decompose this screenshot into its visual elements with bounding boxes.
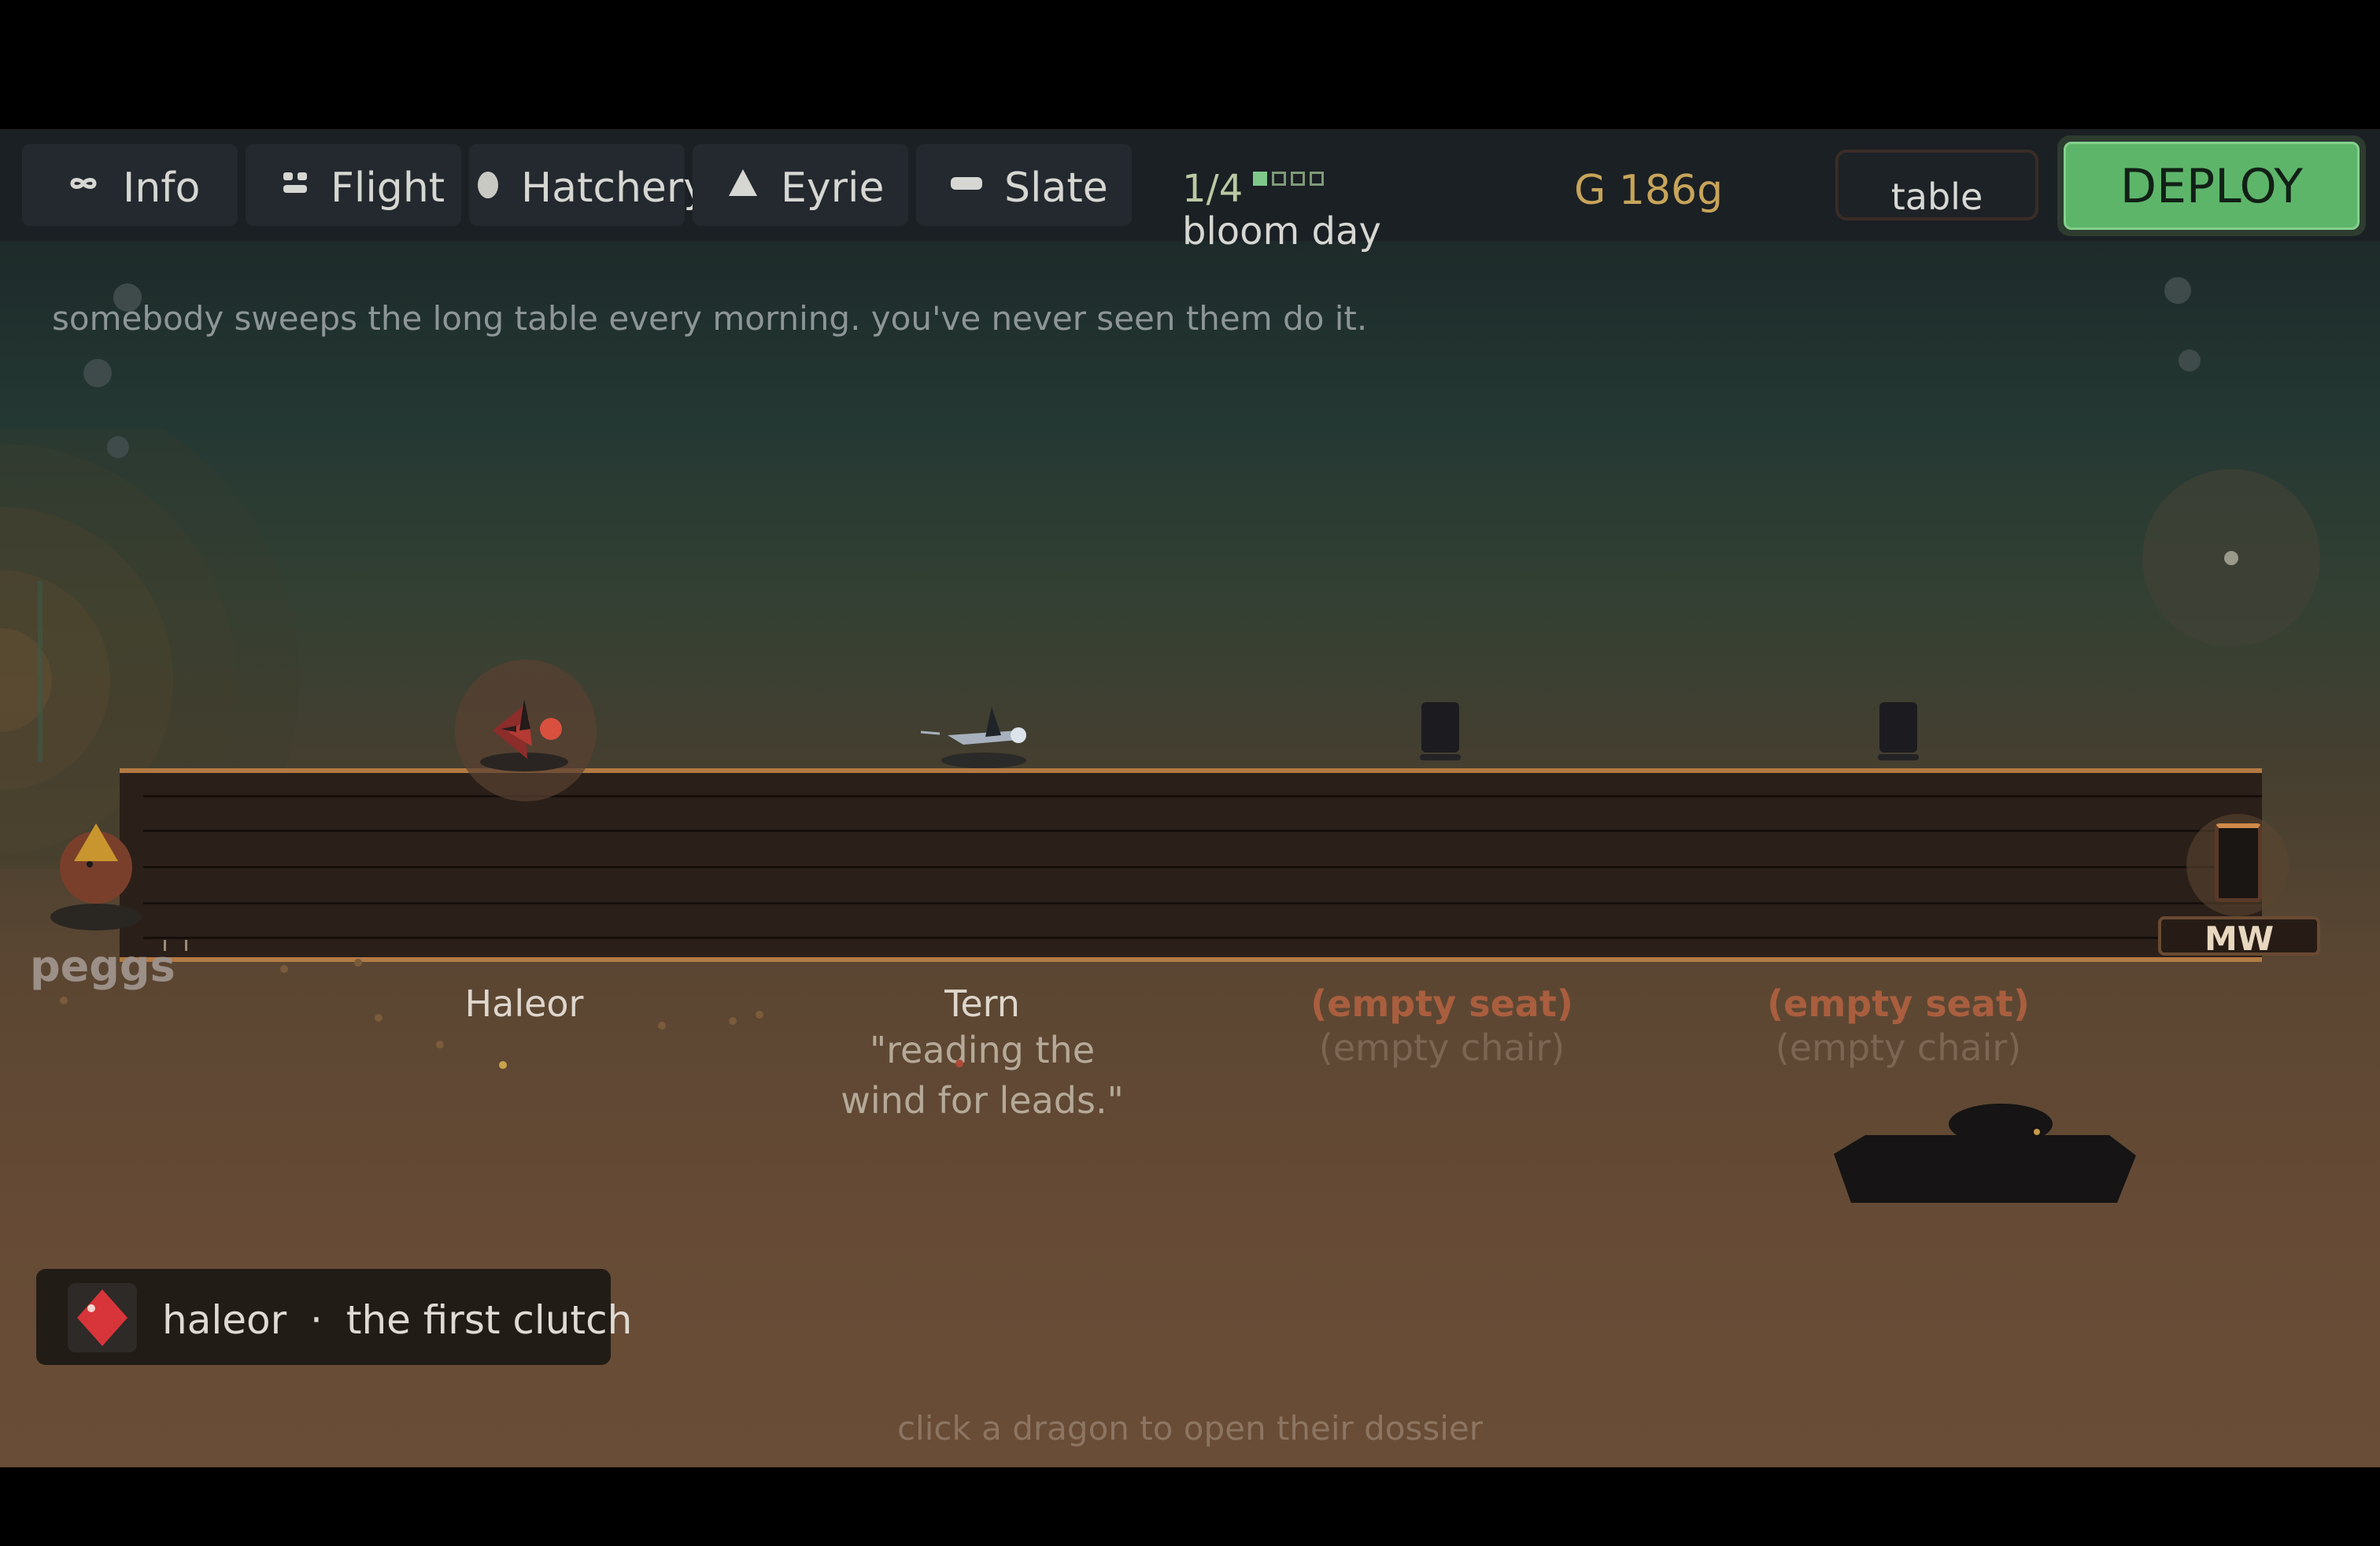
flavor-text: somebody sweeps the long table every mor…	[52, 299, 1368, 338]
tab-hatchery[interactable]: Hatchery	[469, 144, 708, 226]
end-seat-chair[interactable]	[2215, 823, 2262, 902]
day-pip	[1272, 172, 1286, 186]
deploy-button-label: DEPLOY	[2064, 142, 2360, 230]
seat-name-haleor: Haleor	[464, 982, 584, 1025]
empty-chair-label: (empty chair)	[1775, 1026, 2022, 1069]
tab-label: Hatchery	[521, 165, 708, 212]
empty-seat-label: (empty seat)	[1767, 982, 2030, 1025]
star-dot	[2179, 350, 2201, 372]
end-seat-label: MW	[2158, 916, 2320, 958]
mountain-icon	[729, 169, 757, 196]
cauldron-silhouette	[1834, 1104, 2136, 1203]
tab-info[interactable]: Info	[22, 144, 238, 226]
tab-label: Eyrie	[781, 165, 885, 212]
star-dot	[83, 359, 112, 387]
day-counter: 1/4	[1182, 167, 1244, 211]
ember	[955, 1060, 963, 1067]
gold-counter: G 186g	[1574, 167, 1724, 214]
ember	[375, 1014, 382, 1022]
ember	[499, 1061, 507, 1069]
tern-dragon[interactable]	[916, 699, 1058, 778]
table-button[interactable]: table	[1835, 150, 2038, 220]
tern-quote-line1: "reading the	[870, 1029, 1095, 1071]
tab-slate[interactable]: Slate	[916, 144, 1132, 226]
day-pip	[1291, 172, 1305, 186]
egg-icon	[478, 172, 498, 198]
toast-name: haleor	[162, 1297, 287, 1343]
notification-toast[interactable]: haleor · the first clutch	[36, 1269, 632, 1365]
day-pips	[1253, 172, 1324, 186]
star-dot	[107, 436, 129, 458]
tab-label: Info	[123, 165, 201, 212]
peggs-avatar[interactable]	[55, 820, 137, 908]
table-plank	[143, 937, 2262, 939]
day-pip	[1310, 172, 1324, 186]
gem-icon	[77, 1289, 128, 1346]
infinity-icon	[70, 178, 97, 189]
ember	[354, 959, 362, 967]
tab-label: Flight	[331, 165, 445, 212]
host-name: peggs	[30, 941, 176, 991]
haleor-dragon[interactable]	[469, 683, 579, 778]
host-marks	[164, 940, 187, 951]
light-beam	[38, 581, 42, 762]
ember	[729, 1017, 737, 1025]
day-pip	[1253, 172, 1267, 186]
tab-flight[interactable]: Flight	[246, 144, 461, 226]
hint-text: click a dragon to open their dossier	[896, 1409, 1484, 1448]
slate-icon	[951, 177, 982, 190]
toast-portrait	[68, 1283, 137, 1352]
tab-label: Slate	[1004, 165, 1108, 212]
ember	[756, 1011, 763, 1019]
empty-chair-label: (empty chair)	[1318, 1026, 1565, 1069]
ember	[280, 965, 288, 973]
seat-name-tern: Tern	[944, 982, 1020, 1025]
empty-seat-label: (empty seat)	[1310, 982, 1573, 1025]
tab-eyrie[interactable]: Eyrie	[693, 144, 908, 226]
table-plank	[143, 866, 2262, 868]
empty-chair[interactable]	[1420, 702, 1461, 760]
table-plank	[143, 795, 2262, 797]
day-name: bloom day	[1182, 209, 1381, 253]
toast-separator: ·	[310, 1297, 323, 1343]
moon-dot	[2224, 551, 2238, 565]
tern-quote-line2: wind for leads."	[841, 1079, 1124, 1122]
ember	[436, 1041, 444, 1049]
table-plank	[143, 902, 2262, 904]
toast-text: haleor · the first clutch	[162, 1297, 632, 1343]
ember	[658, 1022, 666, 1030]
long-table	[120, 768, 2262, 962]
flight-icon	[283, 172, 307, 193]
deploy-button[interactable]: DEPLOY	[2057, 135, 2366, 236]
ember	[60, 997, 68, 1004]
toast-message: the first clutch	[346, 1297, 633, 1343]
empty-chair[interactable]	[1878, 702, 1919, 760]
star-dot	[2164, 277, 2191, 304]
table-plank	[143, 830, 2262, 832]
